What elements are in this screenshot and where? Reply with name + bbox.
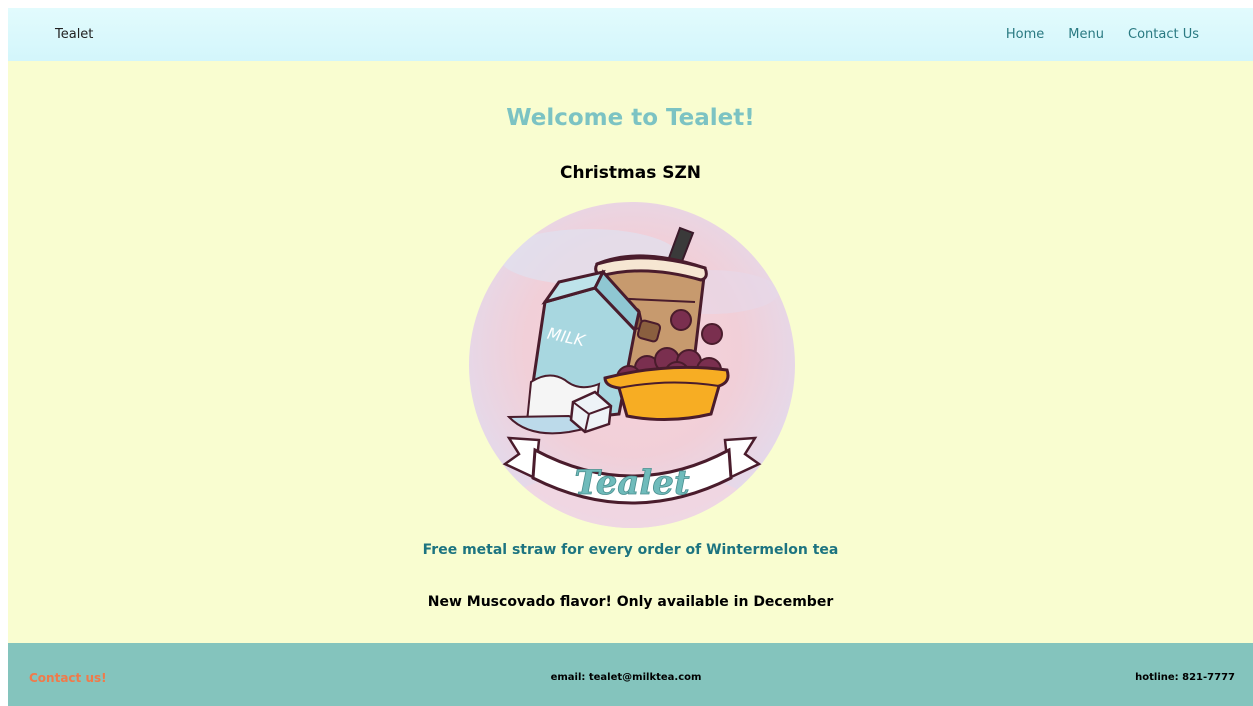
footer: Contact us! email: tealet@milktea.com ho… [8,643,1253,706]
nav-link-menu[interactable]: Menu [1068,27,1104,42]
nav-link-contact-us[interactable]: Contact Us [1128,27,1199,42]
nav-links: Home Menu Contact Us [1006,27,1199,42]
footer-email: email: tealet@milktea.com [550,672,702,683]
svg-text:Tealet: Tealet [574,463,690,503]
tealet-logo-illustration: MILK Tealet [469,202,795,528]
tealet-logo: MILK Tealet [469,202,795,528]
navbar: Tealet Home Menu Contact Us [8,8,1253,61]
footer-hotline: hotline: 821-7777 [1135,672,1235,683]
promo-muscovado-flavor: New Muscovado flavor! Only available in … [427,594,834,610]
main-content: Welcome to Tealet! Christmas SZN MILK Te… [8,61,1253,643]
nav-link-home[interactable]: Home [1006,27,1044,42]
promo-metal-straw: Free metal straw for every order of Wint… [422,542,839,558]
welcome-heading: Welcome to Tealet! [506,105,755,131]
brand-name[interactable]: Tealet [55,27,93,42]
season-heading: Christmas SZN [559,163,702,183]
page: Tealet Home Menu Contact Us Welcome to T… [8,8,1253,706]
